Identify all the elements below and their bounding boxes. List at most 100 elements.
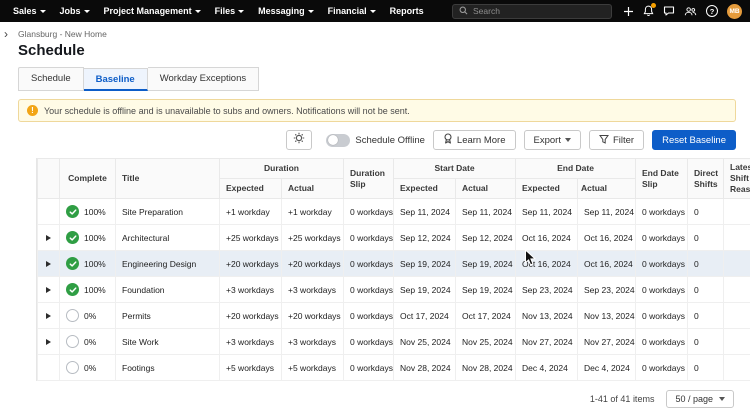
end-expected-subheader: Expected [516, 179, 578, 199]
global-search[interactable] [452, 4, 612, 19]
expand-cell[interactable] [38, 355, 60, 381]
user-avatar[interactable]: MB [727, 4, 742, 19]
end-date-expected-cell: Sep 23, 2024 [516, 277, 578, 303]
search-icon [459, 2, 468, 20]
end-date-slip-cell: 0 workdays [636, 199, 688, 225]
search-input[interactable] [473, 6, 605, 16]
task-title[interactable]: Architectural [116, 225, 220, 251]
start-date-expected-cell: Oct 17, 2024 [394, 303, 456, 329]
help-icon[interactable]: ? [706, 5, 718, 17]
table-row[interactable]: 100% Site Preparation +1 workday +1 work… [38, 199, 750, 225]
task-title[interactable]: Footings [116, 355, 220, 381]
end-date-slip-cell: 0 workdays [636, 251, 688, 277]
export-button[interactable]: Export [524, 130, 581, 150]
filter-button[interactable]: Filter [589, 130, 644, 150]
table-row[interactable]: 0% Site Work +3 workdays +3 workdays 0 w… [38, 329, 750, 355]
end-date-slip-cell: 0 workdays [636, 225, 688, 251]
complete-percent: 100% [84, 233, 106, 243]
nav-item-reports[interactable]: Reports [383, 0, 431, 22]
nav-item-files[interactable]: Files [208, 0, 252, 22]
expand-row-icon[interactable] [46, 287, 51, 293]
tab-schedule[interactable]: Schedule [18, 67, 84, 91]
end-date-actual-cell: Oct 16, 2024 [578, 251, 636, 277]
end-date-actual-cell: Oct 16, 2024 [578, 225, 636, 251]
table-row[interactable]: 0% Footings +5 workdays +5 workdays 0 wo… [38, 355, 750, 381]
completion-status-icon [66, 205, 79, 218]
direct-shifts-cell: 0 [688, 355, 724, 381]
reset-baseline-button[interactable]: Reset Baseline [652, 130, 736, 150]
duration-expected-cell: +25 workdays [220, 225, 282, 251]
expand-cell[interactable] [38, 225, 60, 251]
expand-row-icon[interactable] [46, 313, 51, 319]
start-date-actual-cell: Nov 28, 2024 [456, 355, 516, 381]
start-date-actual-cell: Sep 19, 2024 [456, 277, 516, 303]
learn-more-button[interactable]: Learn More [433, 130, 516, 150]
end-date-slip-cell: 0 workdays [636, 329, 688, 355]
nav-item-sales[interactable]: Sales [6, 0, 53, 22]
complete-percent: 0% [84, 337, 96, 347]
task-title[interactable]: Foundation [116, 277, 220, 303]
schedule-offline-toggle[interactable] [326, 134, 350, 147]
learn-more-label: Learn More [457, 135, 506, 146]
table-row[interactable]: 100% Engineering Design +20 workdays +20… [38, 251, 750, 277]
expand-row-icon[interactable] [46, 235, 51, 241]
nav-item-label: Project Management [104, 6, 192, 16]
tab-workday-exceptions[interactable]: Workday Exceptions [148, 67, 259, 91]
settings-button[interactable] [286, 130, 312, 150]
task-title[interactable]: Site Preparation [116, 199, 220, 225]
end-date-expected-cell: Nov 13, 2024 [516, 303, 578, 329]
pagination-bar: 1-41 of 41 items 50 / page [18, 381, 750, 408]
expand-row-icon[interactable] [46, 261, 51, 267]
messages-chat-icon[interactable] [663, 5, 675, 17]
page-size-value: 50 / page [675, 394, 713, 404]
task-title[interactable]: Site Work [116, 329, 220, 355]
expand-column-header [38, 159, 60, 199]
reset-baseline-label: Reset Baseline [662, 135, 726, 146]
nav-item-jobs[interactable]: Jobs [53, 0, 97, 22]
end-date-slip-cell: 0 workdays [636, 303, 688, 329]
community-people-icon[interactable] [684, 6, 697, 17]
table-row[interactable]: 100% Foundation +3 workdays +3 workdays … [38, 277, 750, 303]
duration-actual-cell: +3 workdays [282, 277, 344, 303]
complete-cell: 0% [60, 329, 116, 355]
expand-cell[interactable] [38, 199, 60, 225]
duration-actual-cell: +20 workdays [282, 303, 344, 329]
table-row[interactable]: 100% Architectural +25 workdays +25 work… [38, 225, 750, 251]
start-date-actual-cell: Nov 25, 2024 [456, 329, 516, 355]
table-row[interactable]: 0% Permits +20 workdays +20 workdays 0 w… [38, 303, 750, 329]
direct-shifts-cell: 0 [688, 199, 724, 225]
nav-item-label: Financial [328, 6, 367, 16]
nav-item-label: Messaging [258, 6, 305, 16]
nav-item-project-management[interactable]: Project Management [97, 0, 208, 22]
nav-item-messaging[interactable]: Messaging [251, 0, 321, 22]
expand-row-icon[interactable] [46, 339, 51, 345]
latest-shift-reason-column-header: Latest Shift Reason [724, 159, 750, 199]
expand-cell[interactable] [38, 329, 60, 355]
page-size-select[interactable]: 50 / page [666, 390, 734, 408]
complete-percent: 100% [84, 207, 106, 217]
task-title[interactable]: Permits [116, 303, 220, 329]
start-date-expected-cell: Nov 28, 2024 [394, 355, 456, 381]
nav-item-label: Reports [390, 6, 424, 16]
expand-cell[interactable] [38, 303, 60, 329]
end-date-actual-cell: Nov 13, 2024 [578, 303, 636, 329]
tab-bar: Schedule Baseline Workday Exceptions [18, 67, 750, 91]
add-icon[interactable] [623, 6, 634, 17]
breadcrumb[interactable]: Glansburg - New Home [18, 29, 750, 39]
task-title[interactable]: Engineering Design [116, 251, 220, 277]
duration-slip-cell: 0 workdays [344, 225, 394, 251]
title-column-header: Title [116, 159, 220, 199]
end-date-actual-cell: Nov 27, 2024 [578, 329, 636, 355]
duration-slip-cell: 0 workdays [344, 329, 394, 355]
nav-item-financial[interactable]: Financial [321, 0, 383, 22]
latest-shift-reason-cell [724, 355, 750, 381]
end-date-actual-cell: Sep 23, 2024 [578, 277, 636, 303]
tab-baseline[interactable]: Baseline [84, 68, 148, 91]
expand-cell[interactable] [38, 251, 60, 277]
notifications-bell-icon[interactable] [643, 5, 654, 17]
sidebar-expand-chevron-icon[interactable]: › [4, 28, 8, 40]
expand-cell[interactable] [38, 277, 60, 303]
filter-funnel-icon [599, 134, 609, 147]
offline-warning-banner: ! Your schedule is offline and is unavai… [18, 99, 736, 122]
start-date-expected-cell: Sep 19, 2024 [394, 277, 456, 303]
